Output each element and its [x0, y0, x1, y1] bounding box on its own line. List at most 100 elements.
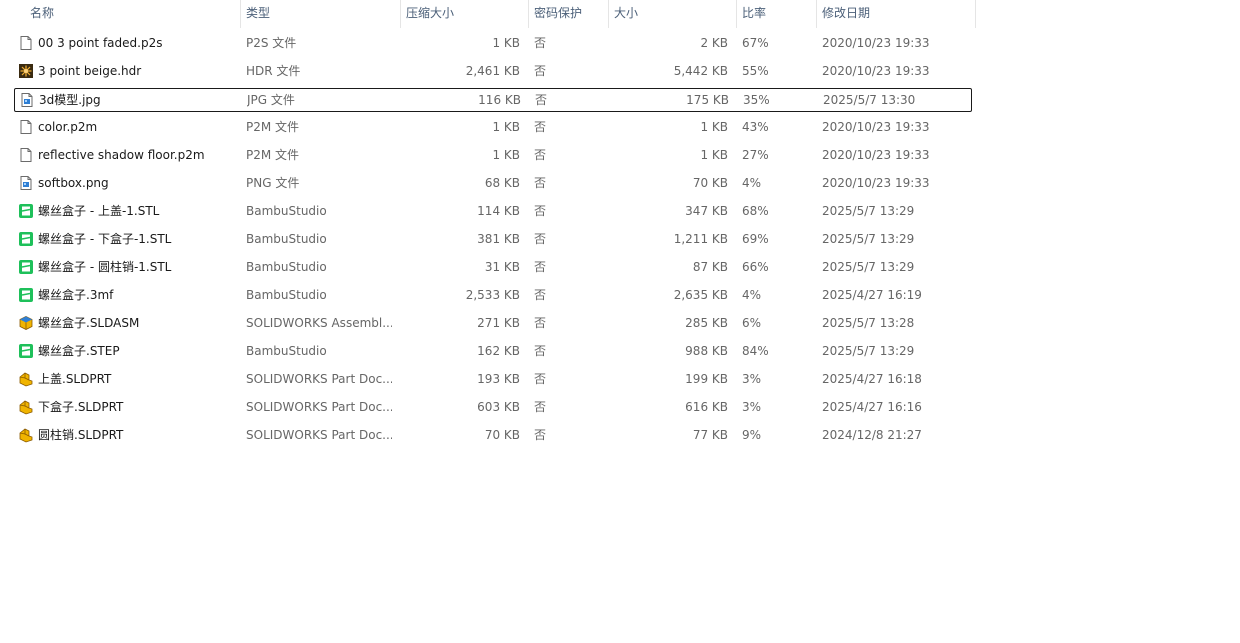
file-compressed-size: 70 KB: [484, 428, 520, 442]
file-password-protected: 否: [534, 232, 547, 246]
file-size: 87 KB: [692, 260, 728, 274]
file-type: BambuStudio: [246, 232, 327, 246]
solidworks-part-icon: [18, 371, 34, 387]
file-compression-ratio: 9%: [742, 428, 762, 442]
file-size: 1 KB: [700, 120, 728, 134]
file-compression-ratio: 35%: [743, 93, 770, 107]
file-row[interactable]: 螺丝盒子.3mf BambuStudio 2,533 KB 否 2,635 KB 4% 20…: [14, 284, 972, 308]
file-password-protected: 否: [534, 64, 547, 78]
file-name: reflective shadow floor.p2m: [38, 148, 205, 162]
column-header-compressed-size[interactable]: 压缩大小: [400, 0, 528, 28]
file-size: 616 KB: [685, 400, 728, 414]
file-compressed-size: 162 KB: [477, 344, 520, 358]
file-size: 1 KB: [700, 148, 728, 162]
file-name: 圆柱销.SLDPRT: [38, 428, 124, 442]
file-type: PNG 文件: [246, 176, 300, 190]
file-compression-ratio: 4%: [742, 176, 762, 190]
file-compressed-size: 68 KB: [484, 176, 520, 190]
file-compressed-size: 114 KB: [477, 204, 520, 218]
file-row[interactable]: 螺丝盒子.STEP BambuStudio 162 KB 否 988 KB 84% 2025…: [14, 340, 972, 364]
file-compression-ratio: 68%: [742, 204, 769, 218]
file-type: HDR 文件: [246, 64, 301, 78]
file-compression-ratio: 6%: [742, 316, 762, 330]
file-compressed-size: 193 KB: [477, 372, 520, 386]
column-header-type[interactable]: 类型: [240, 0, 400, 28]
file-row[interactable]: 3d模型.jpg JPG 文件 116 KB 否 175 KB 35% 2025/5/7 1…: [14, 88, 972, 112]
file-compressed-size: 31 KB: [484, 260, 520, 274]
file-modified-date: 2025/4/27 16:19: [822, 288, 922, 302]
image-file-icon: [18, 175, 34, 191]
file-modified-date: 2024/12/8 21:27: [822, 428, 922, 442]
file-type: P2S 文件: [246, 36, 297, 50]
file-password-protected: 否: [534, 316, 547, 330]
file-modified-date: 2025/4/27 16:18: [822, 372, 922, 386]
file-modified-date: 2025/5/7 13:30: [823, 93, 916, 107]
file-row[interactable]: 圆柱销.SLDPRT SOLIDWORKS Part Doc... 70 KB 否 77…: [14, 424, 972, 448]
file-row[interactable]: 螺丝盒子 - 下盒子-1.STL BambuStudio 381 KB 否 1,211 …: [14, 228, 972, 252]
file-modified-date: 2020/10/23 19:33: [822, 36, 930, 50]
column-header-size[interactable]: 大小: [608, 0, 736, 28]
file-modified-date: 2020/10/23 19:33: [822, 176, 930, 190]
file-password-protected: 否: [534, 428, 547, 442]
file-compression-ratio: 67%: [742, 36, 769, 50]
bambu-studio-icon: [18, 287, 34, 303]
file-name: 螺丝盒子.STEP: [38, 344, 120, 358]
file-compressed-size: 1 KB: [492, 36, 520, 50]
file-password-protected: 否: [535, 93, 548, 107]
file-compression-ratio: 66%: [742, 260, 769, 274]
file-password-protected: 否: [534, 260, 547, 274]
file-modified-date: 2025/5/7 13:29: [822, 260, 915, 274]
column-header-password[interactable]: 密码保护: [528, 0, 608, 28]
file-row[interactable]: 3 point beige.hdr HDR 文件 2,461 KB 否 5,442 KB…: [14, 60, 972, 84]
file-row[interactable]: softbox.png PNG 文件 68 KB 否 70 KB 4% 2020/10/23…: [14, 172, 972, 196]
file-password-protected: 否: [534, 400, 547, 414]
file-password-protected: 否: [534, 176, 547, 190]
blank-file-icon: [18, 35, 34, 51]
column-header-modified[interactable]: 修改日期: [816, 0, 976, 28]
file-row[interactable]: color.p2m P2M 文件 1 KB 否 1 KB 43% 2020/10/23 19…: [14, 116, 972, 140]
file-row[interactable]: 下盒子.SLDPRT SOLIDWORKS Part Doc... 603 KB 否 6…: [14, 396, 972, 420]
solidworks-part-icon: [18, 427, 34, 443]
file-name: softbox.png: [38, 176, 109, 190]
file-modified-date: 2025/5/7 13:28: [822, 316, 915, 330]
file-compressed-size: 271 KB: [477, 316, 520, 330]
column-header-bar: 名称 ^ 类型 压缩大小 密码保护 大小 比率 修改日期: [0, 0, 976, 28]
bambu-studio-icon: [18, 343, 34, 359]
file-name: 3d模型.jpg: [39, 93, 101, 107]
solidworks-assembly-icon: [18, 315, 34, 331]
file-name: 螺丝盒子 - 下盒子-1.STL: [38, 232, 172, 246]
blank-file-icon: [18, 119, 34, 135]
file-row[interactable]: 00 3 point faded.p2s P2S 文件 1 KB 否 2 KB 67% 20…: [14, 32, 972, 56]
file-modified-date: 2025/5/7 13:29: [822, 204, 915, 218]
file-password-protected: 否: [534, 372, 547, 386]
file-row[interactable]: 螺丝盒子 - 圆柱销-1.STL BambuStudio 31 KB 否 87 KB 66…: [14, 256, 972, 280]
file-compression-ratio: 3%: [742, 372, 762, 386]
file-compressed-size: 381 KB: [477, 232, 520, 246]
file-size: 5,442 KB: [673, 64, 728, 78]
column-divider[interactable]: [975, 0, 976, 28]
column-header-ratio[interactable]: 比率: [736, 0, 816, 28]
file-modified-date: 2020/10/23 19:33: [822, 64, 930, 78]
file-row[interactable]: 螺丝盒子 - 上盖-1.STL BambuStudio 114 KB 否 347 KB 6…: [14, 200, 972, 224]
file-compressed-size: 1 KB: [492, 120, 520, 134]
file-name: color.p2m: [38, 120, 98, 134]
solidworks-part-icon: [18, 399, 34, 415]
file-name: 螺丝盒子 - 上盖-1.STL: [38, 204, 160, 218]
file-size: 199 KB: [685, 372, 728, 386]
file-row[interactable]: 螺丝盒子.SLDASM SOLIDWORKS Assembl... 271 KB 否 2…: [14, 312, 972, 336]
file-size: 347 KB: [685, 204, 728, 218]
file-type: BambuStudio: [246, 260, 327, 274]
file-type: BambuStudio: [246, 204, 327, 218]
file-password-protected: 否: [534, 288, 547, 302]
file-name: 螺丝盒子.SLDASM: [38, 316, 140, 330]
file-password-protected: 否: [534, 344, 547, 358]
file-compressed-size: 603 KB: [477, 400, 520, 414]
file-size: 2,635 KB: [673, 288, 728, 302]
file-name: 螺丝盒子 - 圆柱销-1.STL: [38, 260, 172, 274]
file-type: SOLIDWORKS Part Doc...: [246, 400, 392, 414]
file-name: 下盒子.SLDPRT: [38, 400, 124, 414]
file-compression-ratio: 69%: [742, 232, 769, 246]
file-compressed-size: 2,461 KB: [465, 64, 520, 78]
file-row[interactable]: 上盖.SLDPRT SOLIDWORKS Part Doc... 193 KB 否 19…: [14, 368, 972, 392]
file-row[interactable]: reflective shadow floor.p2m P2M 文件 1 KB 否 1 …: [14, 144, 972, 168]
